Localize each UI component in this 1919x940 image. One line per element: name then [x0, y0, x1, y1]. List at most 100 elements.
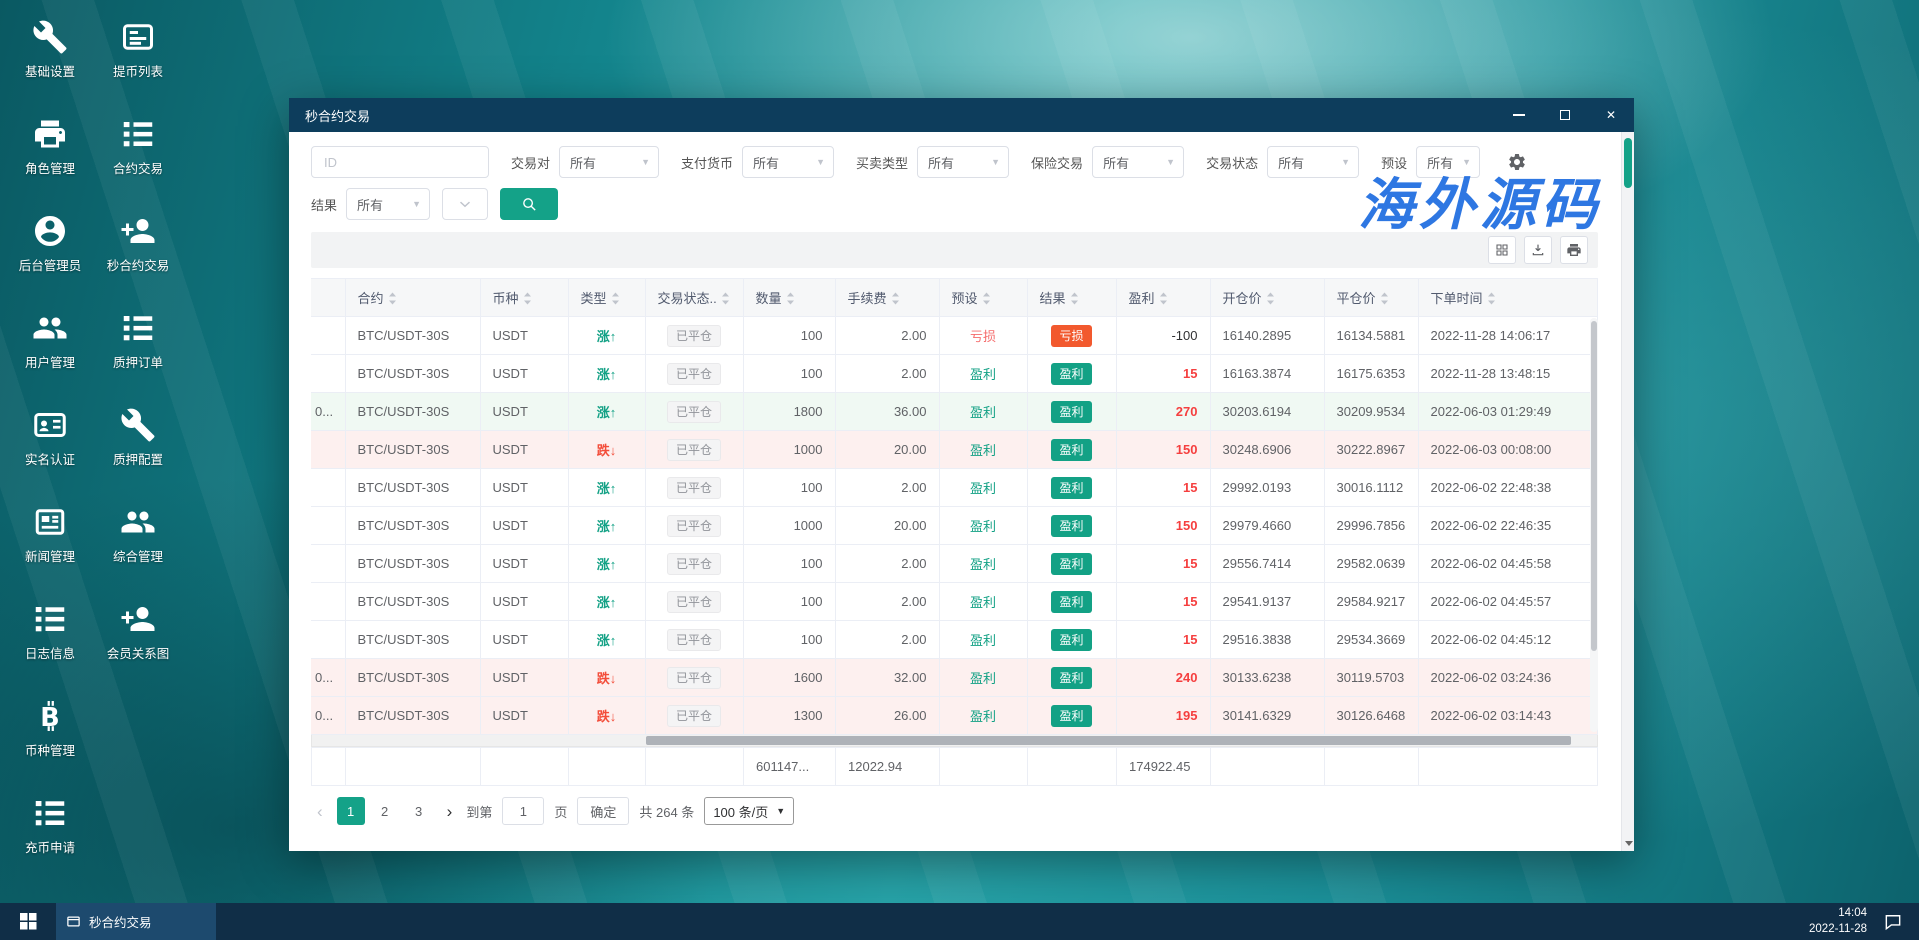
col-header[interactable]: 盈利 — [1116, 278, 1211, 317]
sort-icon[interactable] — [1487, 292, 1496, 305]
filter-select[interactable]: 所有 ▼ — [1267, 146, 1360, 178]
sort-icon[interactable] — [1159, 292, 1168, 305]
window-titlebar[interactable]: 秒合约交易 ✕ — [289, 98, 1634, 132]
col-header[interactable]: 手续费 — [835, 278, 940, 317]
columns-grid-button[interactable] — [1488, 236, 1516, 264]
col-header[interactable]: 预设 — [939, 278, 1028, 317]
desktop-shortcut[interactable]: 提币列表 — [95, 12, 181, 109]
desktop-shortcut[interactable]: B 币种管理 — [7, 691, 93, 788]
table-row[interactable]: BTC/USDT-30S USDT 涨↑ 已平仓 100 2.00 盈利 盈利 15 16163.… — [311, 354, 1598, 393]
prev-page-button[interactable]: ‹ — [313, 803, 327, 820]
collapse-filters-button[interactable] — [442, 188, 489, 220]
export-button[interactable] — [1524, 236, 1552, 264]
print-button[interactable] — [1560, 236, 1588, 264]
desktop-shortcut[interactable]: 日志信息 — [7, 594, 93, 691]
desktop-shortcut[interactable]: 综合管理 — [95, 497, 181, 594]
table-row[interactable]: 0... BTC/USDT-30S USDT 跌↓ 已平仓 1600 32.00 盈利 盈利 24… — [311, 658, 1598, 697]
id-input[interactable] — [311, 146, 489, 178]
cell-value: -100 — [1171, 328, 1198, 343]
cell-value: 15 — [1183, 632, 1198, 647]
col-header[interactable]: 类型 — [568, 278, 646, 317]
jump-unit: 页 — [554, 804, 568, 820]
desktop-shortcut[interactable]: 新闻管理 — [7, 497, 93, 594]
table-row[interactable]: BTC/USDT-30S USDT 涨↑ 已平仓 100 2.00 亏损 亏损 -100 1614… — [311, 316, 1598, 355]
col-header[interactable]: 下单时间 — [1418, 278, 1598, 317]
sort-icon[interactable] — [1070, 292, 1079, 305]
table-row[interactable]: BTC/USDT-30S USDT 涨↑ 已平仓 100 2.00 盈利 盈利 15 29992.… — [311, 468, 1598, 507]
sort-icon[interactable] — [721, 292, 730, 305]
filter-field: 预设 所有 ▼ — [1381, 146, 1481, 178]
desktop-shortcut[interactable]: 合约交易 — [95, 109, 181, 206]
col-header[interactable]: 数量 — [743, 278, 836, 317]
grid-icon — [1496, 244, 1508, 256]
table-vertical-scrollbar[interactable] — [1590, 318, 1598, 732]
col-header[interactable]: 合约 — [345, 278, 481, 317]
taskbar-app-button[interactable]: 秒合约交易 — [56, 903, 216, 940]
table-vertical-scrollbar-thumb[interactable] — [1591, 321, 1597, 651]
confirm-button[interactable]: 确定 — [577, 797, 630, 825]
table-row[interactable]: 0... BTC/USDT-30S USDT 跌↓ 已平仓 1300 26.00 盈利 盈利 19… — [311, 696, 1598, 735]
page-number-3[interactable]: 3 — [405, 797, 433, 825]
horizontal-scrollbar-thumb[interactable] — [646, 736, 1572, 745]
close-button[interactable]: ✕ — [1588, 98, 1634, 132]
column-settings-button[interactable] — [1502, 147, 1532, 177]
page-number-2[interactable]: 2 — [371, 797, 399, 825]
desktop-shortcut[interactable]: 质押订单 — [95, 303, 181, 400]
filter-select[interactable]: 所有 ▼ — [559, 146, 660, 178]
shortcut-label: 币种管理 — [24, 744, 75, 758]
table-row[interactable]: BTC/USDT-30S USDT 跌↓ 已平仓 1000 20.00 盈利 盈利 150 302… — [311, 430, 1598, 469]
filter-select[interactable]: 所有 ▼ — [1092, 146, 1185, 178]
col-header[interactable]: 币种 — [480, 278, 569, 317]
shortcut-label: 日志信息 — [24, 647, 75, 661]
filter-label: 交易状态 — [1206, 155, 1259, 171]
shortcut-label: 后台管理员 — [18, 259, 82, 273]
sort-icon[interactable] — [891, 292, 900, 305]
start-button[interactable] — [0, 903, 56, 940]
jump-page-input[interactable] — [502, 797, 545, 825]
shortcut-label: 角色管理 — [24, 162, 75, 176]
sort-icon[interactable] — [388, 292, 397, 305]
page-number-1[interactable]: 1 — [336, 797, 365, 825]
search-button[interactable] — [500, 188, 559, 220]
minimize-button[interactable] — [1496, 98, 1542, 132]
table-row[interactable]: 0... BTC/USDT-30S USDT 涨↑ 已平仓 1800 36.00 盈利 盈利 27… — [311, 392, 1598, 431]
next-page-button[interactable]: › — [443, 803, 457, 820]
col-header[interactable]: 交易状态.. — [645, 278, 744, 317]
taskbar-clock[interactable]: 14:04 2022-11-28 — [1809, 906, 1867, 937]
desktop-shortcut[interactable]: 基础设置 — [7, 12, 93, 109]
desktop-shortcut[interactable]: 秒合约交易 — [95, 206, 181, 303]
page-size-select[interactable]: 100 条/页 ▼ — [704, 797, 795, 825]
desktop-shortcut[interactable]: 充币申请 — [7, 788, 93, 885]
table-row[interactable]: BTC/USDT-30S USDT 涨↑ 已平仓 1000 20.00 盈利 盈利 150 299… — [311, 506, 1598, 545]
desktop-shortcut[interactable]: 实名认证 — [7, 400, 93, 497]
desktop-shortcut[interactable]: 后台管理员 — [7, 206, 93, 303]
col-header[interactable]: 平仓价 — [1324, 278, 1419, 317]
filter-select[interactable]: 所有 ▼ — [742, 146, 835, 178]
sort-icon[interactable] — [1380, 292, 1389, 305]
table-row[interactable]: BTC/USDT-30S USDT 涨↑ 已平仓 100 2.00 盈利 盈利 15 29516.… — [311, 620, 1598, 659]
result-select[interactable]: 所有 ▼ — [346, 188, 431, 220]
desktop-shortcut[interactable]: 会员关系图 — [95, 594, 181, 691]
filter-select[interactable]: 所有 ▼ — [1416, 146, 1481, 178]
result-badge: 盈利 — [1051, 438, 1092, 461]
maximize-button[interactable] — [1542, 98, 1588, 132]
chat-icon[interactable] — [1883, 912, 1903, 932]
sort-icon[interactable] — [1266, 292, 1275, 305]
sort-icon[interactable] — [786, 292, 795, 305]
table-row[interactable]: BTC/USDT-30S USDT 涨↑ 已平仓 100 2.00 盈利 盈利 15 29541.… — [311, 582, 1598, 621]
scroll-down-arrow-icon[interactable] — [1625, 841, 1633, 846]
col-header[interactable]: 开仓价 — [1210, 278, 1325, 317]
sort-icon[interactable] — [523, 292, 532, 305]
filter-select[interactable]: 所有 ▼ — [917, 146, 1010, 178]
sort-icon[interactable] — [982, 292, 991, 305]
desktop-shortcut[interactable]: 用户管理 — [7, 303, 93, 400]
sort-icon[interactable] — [611, 292, 620, 305]
table-row[interactable]: BTC/USDT-30S USDT 涨↑ 已平仓 100 2.00 盈利 盈利 15 29556.… — [311, 544, 1598, 583]
window-scrollbar[interactable] — [1621, 132, 1634, 851]
desktop-shortcut[interactable]: 质押配置 — [95, 400, 181, 497]
window-scrollbar-thumb[interactable] — [1624, 138, 1632, 188]
horizontal-scrollbar[interactable] — [311, 735, 1598, 747]
col-header[interactable]: 结果 — [1027, 278, 1117, 317]
cell-value: 盈利 — [969, 709, 996, 724]
desktop-shortcut[interactable]: 角色管理 — [7, 109, 93, 206]
